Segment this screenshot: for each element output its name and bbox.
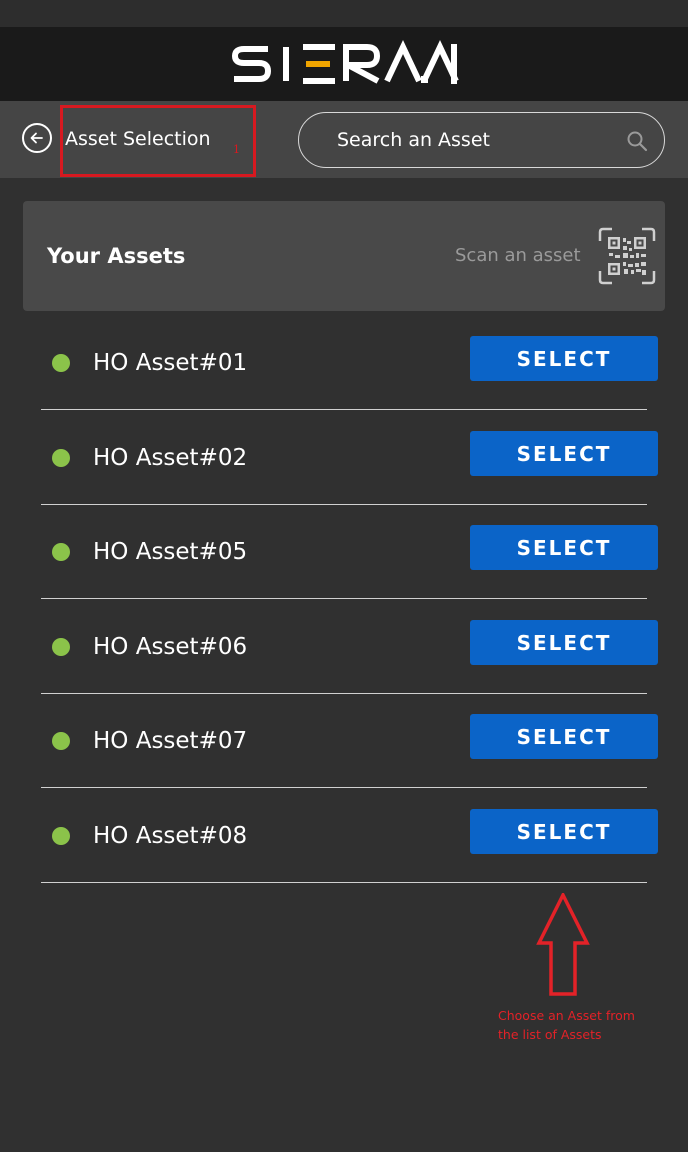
asset-row: HO Asset#02 SELECT — [41, 410, 658, 505]
status-online-dot — [52, 732, 70, 750]
search-box[interactable] — [298, 112, 665, 168]
search-icon[interactable] — [626, 130, 648, 152]
select-asset-button[interactable]: SELECT — [470, 620, 658, 665]
select-asset-button[interactable]: SELECT — [470, 809, 658, 854]
status-online-dot — [52, 449, 70, 467]
asset-name: HO Asset#01 — [93, 350, 248, 376]
asset-row: HO Asset#06 SELECT — [41, 599, 658, 694]
status-online-dot — [52, 827, 70, 845]
asset-name: HO Asset#02 — [93, 445, 248, 471]
scan-asset-link[interactable]: Scan an asset — [455, 245, 581, 267]
select-asset-button[interactable]: SELECT — [470, 431, 658, 476]
asset-row: HO Asset#05 SELECT — [41, 504, 658, 599]
arrow-left-icon — [30, 132, 43, 144]
siera-ai-logo — [231, 39, 459, 84]
qr-code-icon[interactable] — [598, 227, 656, 285]
annotation-text: Choose an Asset from the list of Assets — [498, 1008, 635, 1042]
annotation-highlight-box — [60, 105, 256, 177]
nav-bar: Asset Selection 1 — [0, 101, 688, 178]
asset-row: HO Asset#07 SELECT — [41, 693, 658, 788]
status-online-dot — [52, 638, 70, 656]
asset-name: HO Asset#05 — [93, 539, 248, 565]
asset-row: HO Asset#08 SELECT — [41, 788, 658, 883]
asset-row: HO Asset#01 SELECT — [41, 315, 658, 410]
status-online-dot — [52, 543, 70, 561]
status-strip — [0, 0, 688, 27]
asset-name: HO Asset#06 — [93, 634, 248, 660]
your-assets-header: Your Assets Scan an asset — [23, 201, 665, 311]
asset-name: HO Asset#08 — [93, 823, 248, 849]
select-asset-button[interactable]: SELECT — [470, 525, 658, 570]
select-asset-button[interactable]: SELECT — [470, 714, 658, 759]
back-button[interactable] — [22, 123, 52, 153]
select-asset-button[interactable]: SELECT — [470, 336, 658, 381]
arrow-up-icon — [536, 893, 590, 996]
status-online-dot — [52, 354, 70, 372]
section-title: Your Assets — [47, 244, 186, 268]
annotation-number: 1 — [233, 143, 240, 156]
search-input[interactable] — [337, 128, 607, 152]
brand-bar — [0, 27, 688, 101]
asset-name: HO Asset#07 — [93, 728, 248, 754]
